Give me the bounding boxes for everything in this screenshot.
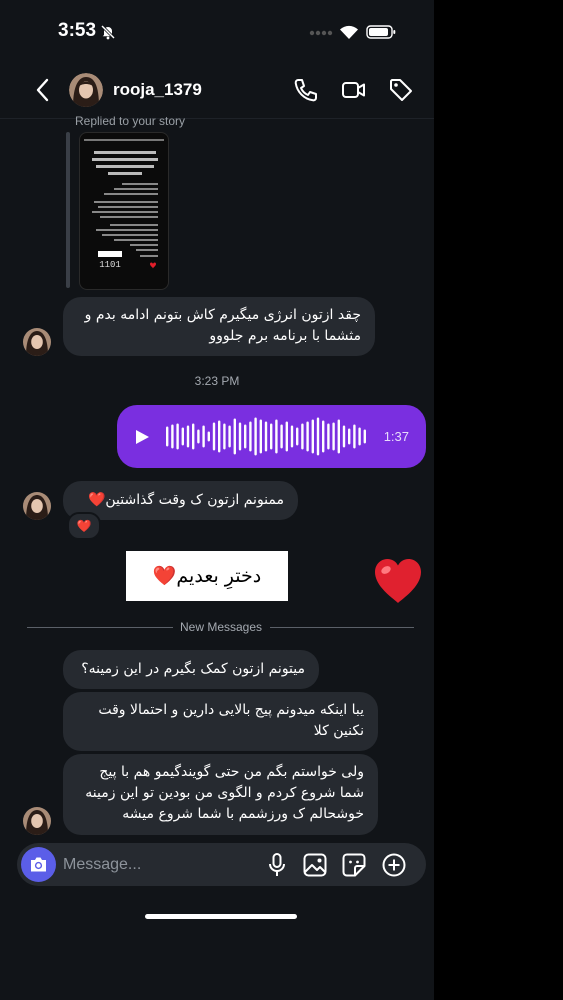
story-thumbnail[interactable]: 1101 xyxy=(79,132,169,290)
story-preview-image: 1101 xyxy=(84,139,164,270)
message-composer xyxy=(17,843,426,886)
new-messages-divider: New Messages xyxy=(179,620,263,634)
waveform-bar xyxy=(192,423,195,450)
waveform-bar xyxy=(259,419,262,454)
waveform-bar xyxy=(306,421,309,452)
waveform-bar xyxy=(348,428,351,445)
home-indicator xyxy=(145,914,297,919)
waveform-bar xyxy=(316,417,320,456)
waveform-bar xyxy=(363,429,366,444)
battery-icon xyxy=(366,25,396,39)
message-line: چقد ازتون انرژی میگیرم کاش بتونم ادامه ب… xyxy=(84,307,361,323)
voice-message[interactable]: 1:37 xyxy=(117,405,426,468)
sender-avatar[interactable] xyxy=(23,492,51,520)
waveform-bar xyxy=(280,424,283,449)
waveform-bar xyxy=(202,425,205,448)
message-line: ولی خواستم بگم من حتی گویندگیمو هم با پی… xyxy=(99,764,364,780)
chat-header: rooja_1379 xyxy=(0,64,434,119)
message-input[interactable] xyxy=(61,853,255,877)
waveform-bar xyxy=(311,419,314,454)
incoming-message[interactable]: ولی خواستم بگم من حتی گویندگیمو هم با پی… xyxy=(63,754,378,835)
waveform-bar xyxy=(337,419,340,454)
message-line: مثشما با برنامه برم جلووو xyxy=(209,328,361,344)
message-line: یبا اینکه میدونم پیج بالایی دارین و احتم… xyxy=(98,702,364,718)
voice-waveform[interactable] xyxy=(164,415,374,458)
phone-icon[interactable] xyxy=(292,76,320,104)
waveform-bar xyxy=(171,424,174,449)
waveform-bar xyxy=(207,431,210,442)
message-line: خوشحالم ک ورزشمم با شما شروع میشه xyxy=(122,806,364,822)
signal-dots-icon xyxy=(309,30,333,36)
status-bar: 3:53 xyxy=(0,0,434,64)
reply-indicator-bar xyxy=(66,132,70,288)
video-camera-icon[interactable] xyxy=(340,76,368,104)
waveform-bar xyxy=(233,418,236,455)
big-heart-emoji[interactable] xyxy=(372,556,424,606)
message-text: میتونم ازتون کمک بگیرم در این زمینه؟ xyxy=(81,661,305,677)
sender-avatar[interactable] xyxy=(23,807,51,835)
chat-username[interactable]: rooja_1379 xyxy=(113,80,202,100)
waveform-bar xyxy=(275,419,278,454)
screenshot-margin xyxy=(434,0,563,1000)
message-reaction[interactable]: ❤️ xyxy=(67,512,101,540)
status-time: 3:53 xyxy=(58,20,97,41)
camera-button[interactable] xyxy=(21,847,56,882)
microphone-icon[interactable] xyxy=(264,852,290,878)
message-line: شما شروع کردم و الگوی من بودین تو این زم… xyxy=(85,785,364,801)
waveform-bar xyxy=(244,424,247,449)
waveform-bar xyxy=(327,423,330,450)
waveform-bar xyxy=(296,427,299,446)
waveform-bar xyxy=(223,423,226,450)
waveform-bar xyxy=(197,429,200,444)
tag-icon[interactable] xyxy=(387,76,415,104)
message-text: ممنونم ازتون ک وقت گذاشتین❤️ xyxy=(87,492,284,508)
waveform-bar xyxy=(238,422,242,451)
message-timestamp: 3:23 PM xyxy=(194,374,240,388)
camera-icon xyxy=(31,857,46,872)
waveform-bar xyxy=(254,417,257,456)
reaction-heart-icon: ❤️ xyxy=(76,519,92,533)
waveform-bar xyxy=(228,425,231,448)
bell-slash-icon xyxy=(100,24,116,40)
sticker-text: دخترِ بعدیم❤️ xyxy=(152,565,262,587)
chat-screen: 3:53 rooja_1379 Replied to your story 11… xyxy=(0,0,434,1000)
waveform-bar xyxy=(332,422,335,451)
waveform-bar xyxy=(212,422,216,451)
waveform-bar xyxy=(342,425,346,448)
text-sticker[interactable]: دخترِ بعدیم❤️ xyxy=(126,551,288,601)
waveform-bar xyxy=(301,423,304,450)
message-line: نکنین کلا xyxy=(313,723,364,739)
incoming-message[interactable]: چقد ازتون انرژی میگیرم کاش بتونم ادامه ب… xyxy=(63,297,375,356)
story-reply-caption: Replied to your story xyxy=(75,114,186,128)
play-icon[interactable] xyxy=(133,428,151,446)
waveform-bar xyxy=(270,423,273,450)
sender-avatar[interactable] xyxy=(23,328,51,356)
waveform-bar xyxy=(322,420,325,453)
wifi-icon xyxy=(340,25,358,39)
incoming-message[interactable]: ممنونم ازتون ک وقت گذاشتین❤️ xyxy=(63,481,298,520)
gallery-icon[interactable] xyxy=(302,852,328,878)
avatar[interactable] xyxy=(69,73,103,107)
incoming-message[interactable]: میتونم ازتون کمک بگیرم در این زمینه؟ xyxy=(63,650,319,689)
waveform-bar xyxy=(353,424,356,449)
waveform-bar xyxy=(176,423,179,450)
waveform-bar xyxy=(290,425,294,448)
sticker-icon[interactable] xyxy=(341,852,367,878)
back-chevron-icon[interactable] xyxy=(34,78,52,102)
story-counter: 1101 xyxy=(99,260,121,270)
waveform-bar xyxy=(264,421,268,452)
add-icon[interactable] xyxy=(381,852,407,878)
waveform-bar xyxy=(186,425,190,448)
waveform-bar xyxy=(166,426,169,447)
waveform-bar xyxy=(285,421,288,452)
waveform-bar xyxy=(358,427,361,446)
waveform-bar xyxy=(218,420,221,453)
waveform-bar xyxy=(181,427,184,446)
voice-duration: 1:37 xyxy=(383,429,409,444)
waveform-bar xyxy=(249,421,252,452)
incoming-message[interactable]: یبا اینکه میدونم پیج بالایی دارین و احتم… xyxy=(63,692,378,751)
